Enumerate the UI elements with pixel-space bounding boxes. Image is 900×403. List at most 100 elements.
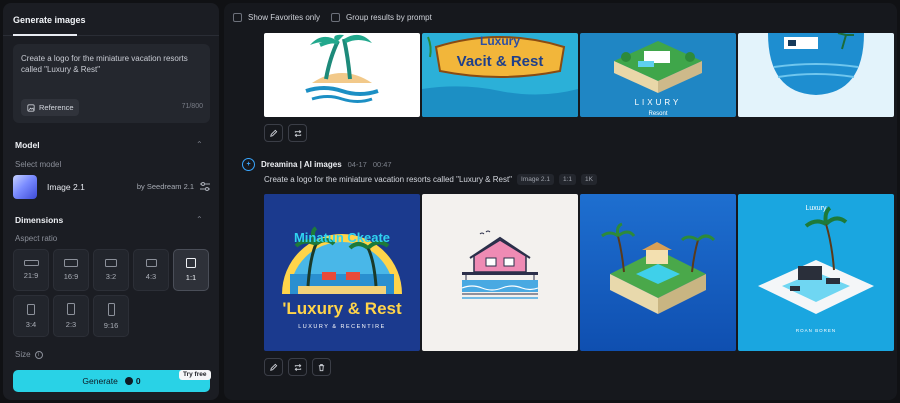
group-results-label: Group results by prompt [346, 13, 432, 22]
generate-cost: 0 [135, 376, 141, 386]
repeat-icon [294, 129, 301, 137]
aspect-ratio-label: Aspect ratio [15, 234, 58, 243]
isometric-island-logo-image: LIXURY Resont [580, 33, 736, 117]
result-image-5[interactable]: Minatun Ckeate 'Luxury & Rest LUXURY & R… [264, 194, 420, 351]
edit-button[interactable] [264, 124, 283, 142]
result-image-3[interactable]: LIXURY Resont [580, 33, 736, 117]
generation-prompt[interactable]: Create a logo for the miniature vacation… [264, 175, 512, 184]
generate-sidebar: Generate images Create a logo for the mi… [3, 3, 219, 400]
ratio-label: 16:9 [63, 272, 79, 281]
regenerate-button[interactable] [288, 358, 307, 376]
ratio-shape [145, 259, 157, 267]
model-provider: by Seedream 2.1 [136, 182, 194, 191]
resolution-tag: 1K [581, 174, 597, 185]
model-section-title[interactable]: Model [15, 140, 40, 150]
ratio-shape [64, 259, 78, 267]
results-panel: Show Favorites only Group results by pro… [224, 3, 897, 400]
ratio-shape [186, 258, 196, 268]
vacit-rest-logo-image: Luxury Vacit & Rest [422, 33, 578, 117]
result-image-6[interactable] [422, 194, 578, 351]
ratio-shape [27, 303, 35, 315]
luxury-rest-beach-logo-image: Minatun Ckeate 'Luxury & Rest LUXURY & R… [264, 194, 420, 351]
generation-author: Dreamina | AI images [261, 160, 342, 169]
model-name: Image 2.1 [47, 181, 85, 192]
generation-prompt-row: Create a logo for the miniature vacation… [264, 174, 597, 185]
ratio-1-1-button[interactable]: 1:1 [173, 249, 209, 291]
ratio-shape [23, 260, 39, 266]
ratio-shape [107, 302, 115, 316]
prompt-text[interactable]: Create a logo for the miniature vacation… [21, 53, 201, 75]
show-favorites-checkbox[interactable]: Show Favorites only [233, 13, 320, 22]
try-free-badge: Try free [179, 370, 211, 380]
resort-pool-island-image: Luxury ROAN BOREN [738, 194, 894, 351]
regenerate-button[interactable] [288, 124, 307, 142]
edit-button[interactable] [264, 358, 283, 376]
dreamina-logo-icon: + [242, 158, 255, 171]
ratio-label: 9:16 [103, 320, 119, 330]
result-image-4[interactable] [738, 33, 894, 117]
size-label-text: Size [15, 350, 31, 359]
circle-resort-logo-image [738, 33, 894, 117]
model-tag: Image 2.1 [517, 174, 554, 185]
ratio-16-9-button[interactable]: 16:9 [53, 249, 89, 291]
pencil-icon [270, 363, 278, 371]
ratio-label: 21:9 [23, 271, 39, 280]
logo-subtitle-text: ROAN BOREN [796, 328, 836, 333]
credit-coin-icon [124, 377, 133, 385]
result-image-8[interactable]: Luxury ROAN BOREN [738, 194, 894, 351]
isometric-pool-island-image [580, 194, 736, 351]
ratio-label: 4:3 [145, 272, 157, 281]
ratio-shape [105, 259, 117, 267]
generation-date: 04-17 [347, 160, 367, 169]
island-palm-logo-image [264, 33, 420, 117]
ratio-9-16-button[interactable]: 9:16 [93, 295, 129, 337]
ratio-label: 2:3 [65, 320, 77, 329]
result-image-2[interactable]: Luxury Vacit & Rest [422, 33, 578, 117]
chevron-up-icon[interactable]: ⌃ [196, 215, 203, 224]
info-icon[interactable]: i [34, 350, 43, 359]
delete-button[interactable] [312, 358, 331, 376]
ratio-label: 3:4 [25, 319, 37, 329]
ratio-4-3-button[interactable]: 4:3 [133, 249, 169, 291]
logo-title-text: 'Luxury & Rest [282, 299, 402, 318]
trash-icon [318, 363, 325, 371]
sliders-icon[interactable] [200, 182, 210, 191]
dimensions-section-title[interactable]: Dimensions [15, 215, 63, 225]
ratio-tag: 1:1 [558, 174, 576, 185]
ratio-3-4-button[interactable]: 3:4 [13, 295, 49, 337]
tab-active-indicator [13, 34, 77, 36]
generation-time: 00:47 [372, 160, 392, 169]
char-count: 71/800 [181, 103, 203, 110]
logo-arc-text: Minatun Ckeate [294, 230, 390, 245]
chevron-up-icon[interactable]: ⌃ [196, 140, 203, 149]
image-reference-icon [27, 103, 35, 112]
tab-generate-images[interactable]: Generate images [13, 15, 86, 25]
show-favorites-label: Show Favorites only [248, 13, 321, 22]
prompt-input[interactable]: Create a logo for the miniature vacation… [13, 44, 210, 123]
model-selector[interactable]: Image 2.1 by Seedream 2.1 [13, 174, 210, 199]
group-results-checkbox[interactable]: Group results by prompt [331, 13, 432, 22]
logo-title-text: Luxury [480, 34, 520, 48]
size-label: Size i [15, 350, 43, 359]
logo-subtitle-text: Vacit & Rest [457, 53, 544, 70]
logo-subtitle-text: Resont [648, 111, 667, 117]
logo-subtitle-text: LUXURY & RECENTIRE [298, 324, 386, 330]
result-image-1[interactable] [264, 33, 420, 117]
model-thumbnail [13, 174, 37, 199]
logo-title-text: Luxury [805, 205, 827, 212]
select-model-label: Select model [15, 160, 62, 169]
filter-bar: Show Favorites only Group results by pro… [233, 13, 432, 22]
ratio-3-2-button[interactable]: 3:2 [93, 249, 129, 291]
ratio-21-9-button[interactable]: 21:9 [13, 249, 49, 291]
reference-button[interactable]: Reference [21, 99, 79, 116]
pencil-icon [270, 129, 278, 137]
reference-label: Reference [39, 103, 74, 112]
ratio-2-3-button[interactable]: 2:3 [53, 295, 89, 337]
generation-header: + Dreamina | AI images 04-17 00:47 [242, 158, 392, 171]
checkbox-box[interactable] [233, 13, 242, 22]
generate-label: Generate [82, 376, 118, 386]
checkbox-box[interactable] [331, 13, 341, 22]
ratio-shape [67, 303, 75, 315]
result-image-7[interactable] [580, 194, 736, 351]
pink-house-logo-image [422, 194, 578, 351]
